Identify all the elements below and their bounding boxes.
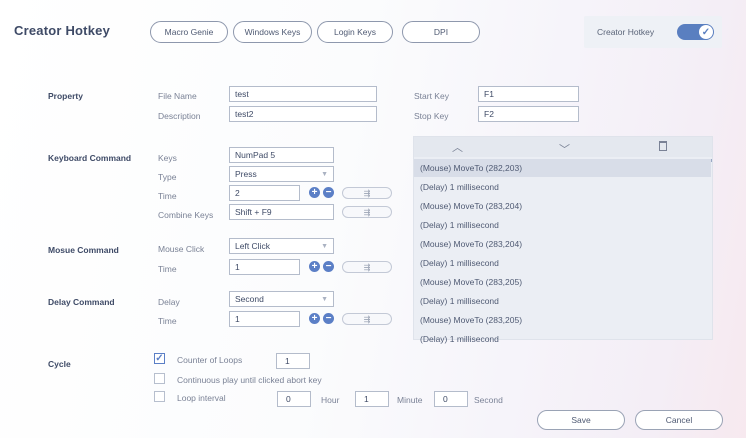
command-list[interactable]: ︿ ﹀ (Mouse) MoveTo (282,203) (Delay) 1 mi…: [413, 136, 713, 344]
check-icon: ✓: [699, 25, 713, 39]
hour-label: Hour: [321, 395, 340, 405]
counter-of-loops-label: Counter of Loops: [177, 355, 243, 365]
type-value: Press: [235, 169, 257, 179]
mouse-time-label: Time: [158, 264, 177, 274]
chevron-down-icon: ▼: [321, 170, 328, 178]
keyboard-time-label: Time: [158, 191, 177, 201]
delay-time-label: Time: [158, 316, 177, 326]
list-item[interactable]: (Mouse) MoveTo (283,205): [420, 273, 710, 291]
keys-input[interactable]: NumPad 5: [229, 147, 334, 163]
insert-keyboard-button[interactable]: ⇶: [342, 187, 392, 199]
type-label: Type: [158, 172, 177, 182]
loop-interval-checkbox[interactable]: [154, 391, 165, 402]
creator-hotkey-label: Creator Hotkey: [597, 27, 655, 37]
second-input[interactable]: 0: [434, 391, 468, 407]
minus-icon[interactable]: −: [323, 261, 334, 272]
trash-icon[interactable]: [659, 141, 667, 151]
move-up-icon[interactable]: ︿: [452, 139, 463, 155]
plus-icon[interactable]: +: [309, 261, 320, 272]
start-key-input[interactable]: F1: [478, 86, 579, 102]
list-item[interactable]: (Delay) 1 millisecond: [420, 254, 710, 272]
insert-icon: ⇶: [363, 262, 371, 272]
insert-combine-button[interactable]: ⇶: [342, 206, 392, 218]
combine-keys-label: Combine Keys: [158, 210, 214, 220]
list-item[interactable]: (Mouse) MoveTo (283,205): [420, 311, 710, 329]
combine-keys-input[interactable]: Shift + F9: [229, 204, 334, 220]
chevron-down-icon: ▼: [321, 242, 328, 250]
mouse-time-input[interactable]: 1: [229, 259, 300, 275]
delay-label: Delay: [158, 297, 180, 307]
creator-hotkey-toggle[interactable]: ✓: [677, 24, 714, 40]
save-button[interactable]: Save: [537, 410, 625, 430]
insert-icon: ⇶: [363, 207, 371, 217]
section-cycle: Cycle: [48, 359, 71, 369]
list-item[interactable]: (Mouse) MoveTo (283,204): [420, 235, 710, 253]
tab-windows-keys[interactable]: Windows Keys: [233, 21, 312, 43]
minute-input[interactable]: 1: [355, 391, 389, 407]
insert-delay-button[interactable]: ⇶: [342, 313, 392, 325]
insert-icon: ⇶: [363, 188, 371, 198]
stop-key-label: Stop Key: [414, 111, 449, 121]
type-select[interactable]: Press ▼: [229, 166, 334, 182]
start-key-label: Start Key: [414, 91, 449, 101]
file-name-label: File Name: [158, 91, 197, 101]
list-item[interactable]: (Delay) 1 millisecond: [420, 330, 710, 348]
minus-icon[interactable]: −: [323, 313, 334, 324]
counter-of-loops-input[interactable]: 1: [276, 353, 310, 369]
list-item[interactable]: (Mouse) MoveTo (282,203): [414, 159, 711, 177]
check-icon: ✓: [155, 353, 164, 364]
keyboard-time-input[interactable]: 2: [229, 185, 300, 201]
description-input[interactable]: test2: [229, 106, 377, 122]
plus-icon[interactable]: +: [309, 187, 320, 198]
tab-macro-genie[interactable]: Macro Genie: [150, 21, 228, 43]
insert-mouse-button[interactable]: ⇶: [342, 261, 392, 273]
app-title: Creator Hotkey: [14, 23, 110, 38]
description-label: Description: [158, 111, 201, 121]
delay-value: Second: [235, 294, 264, 304]
move-down-icon[interactable]: ﹀: [559, 141, 570, 157]
hour-input[interactable]: 0: [277, 391, 311, 407]
list-item[interactable]: (Delay) 1 millisecond: [420, 178, 710, 196]
list-item[interactable]: (Mouse) MoveTo (283,204): [420, 197, 710, 215]
delay-time-input[interactable]: 1: [229, 311, 300, 327]
keys-label: Keys: [158, 153, 177, 163]
second-label: Second: [474, 395, 503, 405]
section-property: Property: [48, 91, 83, 101]
minus-icon[interactable]: −: [323, 187, 334, 198]
mouse-click-select[interactable]: Left Click ▼: [229, 238, 334, 254]
stop-key-input[interactable]: F2: [478, 106, 579, 122]
mouse-click-label: Mouse Click: [158, 244, 205, 254]
continuous-play-checkbox[interactable]: [154, 373, 165, 384]
file-name-input[interactable]: test: [229, 86, 377, 102]
cancel-button[interactable]: Cancel: [635, 410, 723, 430]
insert-icon: ⇶: [363, 314, 371, 324]
continuous-play-label: Continuous play until clicked abort key: [177, 375, 322, 385]
tab-login-keys[interactable]: Login Keys: [317, 21, 393, 43]
mouse-click-value: Left Click: [235, 241, 270, 251]
section-mouse-command: Mosue Command: [48, 245, 119, 255]
tab-dpi[interactable]: DPI: [402, 21, 480, 43]
minute-label: Minute: [397, 395, 423, 405]
counter-of-loops-checkbox[interactable]: ✓: [154, 353, 165, 364]
delay-select[interactable]: Second ▼: [229, 291, 334, 307]
section-keyboard-command: Keyboard Command: [48, 153, 132, 163]
chevron-down-icon: ▼: [321, 295, 328, 303]
loop-interval-label: Loop interval: [177, 393, 226, 403]
section-delay-command: Delay Command: [48, 297, 115, 307]
list-item[interactable]: (Delay) 1 millisecond: [420, 292, 710, 310]
list-item[interactable]: (Delay) 1 millisecond: [420, 216, 710, 234]
plus-icon[interactable]: +: [309, 313, 320, 324]
